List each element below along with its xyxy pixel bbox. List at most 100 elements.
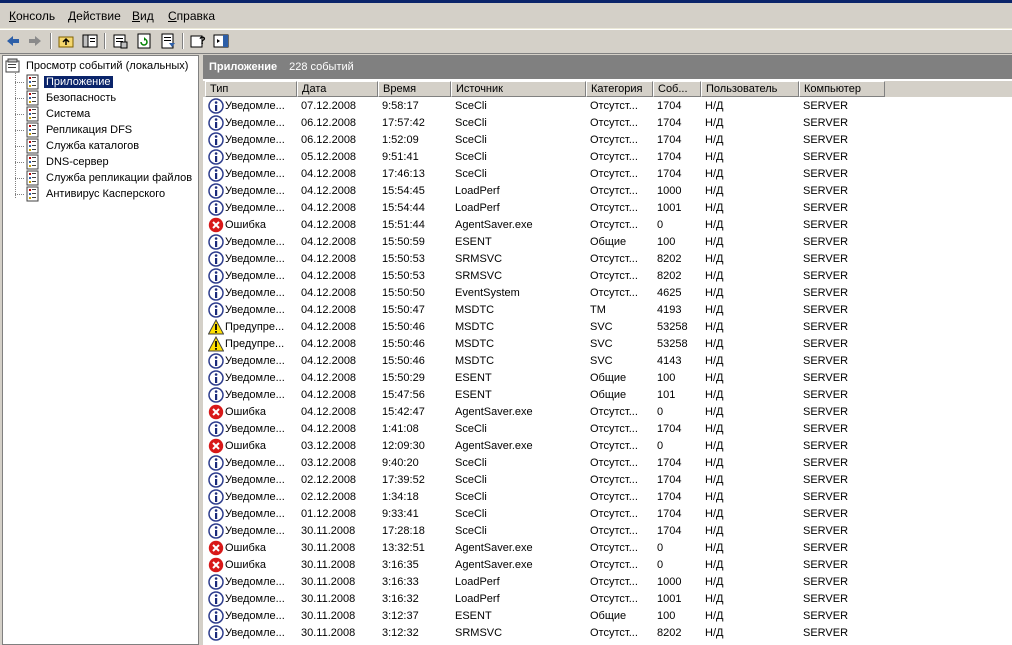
table-row[interactable]: Уведомле... 30.11.2008 3:12:37 ESENT Общие 10… <box>203 608 1012 625</box>
table-row[interactable]: Уведомле... 04.12.2008 15:50:29 ESENT Общие 1… <box>203 370 1012 387</box>
table-row[interactable]: Уведомле... 06.12.2008 17:57:42 SceCli Отсут… <box>203 115 1012 132</box>
show-hide-action-pane-icon[interactable] <box>212 32 230 50</box>
column-time[interactable]: Время <box>378 81 451 97</box>
table-row[interactable]: Уведомле... 04.12.2008 15:50:47 MSDTC TM 4193… <box>203 302 1012 319</box>
table-row[interactable]: Уведомле... 02.12.2008 17:39:52 SceCli Отсут… <box>203 472 1012 489</box>
cell-computer: SERVER <box>803 610 849 622</box>
help-icon[interactable]: ? <box>189 32 207 50</box>
tree-item-log[interactable]: Служба репликации файлов <box>25 170 194 186</box>
column-source[interactable]: Источник <box>451 81 586 97</box>
table-row[interactable]: Уведомле... 02.12.2008 1:34:18 SceCli Отсутс… <box>203 489 1012 506</box>
table-row[interactable]: Ошибка 04.12.2008 15:51:44 AgentSaver.exe От… <box>203 217 1012 234</box>
menu-console[interactable]: Консоль <box>9 9 55 23</box>
tree-item-log[interactable]: Репликация DFS <box>25 122 134 138</box>
cell-type: Уведомле... <box>225 253 285 265</box>
cell-type: Предупре... <box>225 338 285 350</box>
table-row[interactable]: Ошибка 30.11.2008 3:16:35 AgentSaver.exe Отс… <box>203 557 1012 574</box>
table-row[interactable]: Предупре... 04.12.2008 15:50:46 MSDTC SVC 532… <box>203 335 1012 353</box>
table-row[interactable]: Уведомле... 01.12.2008 9:33:41 SceCli Отсутс… <box>203 506 1012 523</box>
cell-category: SVC <box>590 355 613 367</box>
tree-item-log[interactable]: DNS-сервер <box>25 154 111 170</box>
event-viewer-icon <box>5 58 20 73</box>
column-type[interactable]: Тип <box>205 81 297 97</box>
refresh-icon[interactable] <box>135 32 153 50</box>
cell-event-id: 1704 <box>657 134 682 146</box>
cell-category: Отсутст... <box>590 406 638 418</box>
cell-user: Н/Д <box>705 627 724 639</box>
export-list-icon[interactable] <box>159 32 177 50</box>
table-row[interactable]: Ошибка 30.11.2008 13:32:51 AgentSaver.exe От… <box>203 540 1012 557</box>
cell-event-id: 8202 <box>657 627 682 639</box>
tree-item-log[interactable]: Приложение <box>25 74 113 90</box>
table-row[interactable]: Предупре... 04.12.2008 15:50:46 MSDTC SVC 532… <box>203 318 1012 336</box>
cell-computer: SERVER <box>803 287 849 299</box>
table-row[interactable]: Уведомле... 04.12.2008 15:50:46 MSDTC SVC 414… <box>203 353 1012 370</box>
tree-item-label: Служба каталогов <box>46 140 140 152</box>
table-row[interactable]: Уведомле... 03.12.2008 9:40:20 SceCli Отсутс… <box>203 455 1012 472</box>
table-row[interactable]: Уведомле... 30.11.2008 3:12:32 SRMSVC Отсутс… <box>203 625 1012 642</box>
table-row[interactable]: Уведомле... 07.12.2008 9:58:17 SceCli Отсутс… <box>203 98 1012 115</box>
column-category[interactable]: Категория <box>586 81 653 97</box>
tree-item-log[interactable]: Антивирус Касперского <box>25 186 167 202</box>
table-row[interactable]: Уведомле... 30.11.2008 17:28:18 SceCli Отсут… <box>203 523 1012 540</box>
show-tree-icon[interactable] <box>81 32 99 50</box>
table-row[interactable]: Уведомле... 04.12.2008 15:54:45 LoadPerf Отс… <box>203 183 1012 200</box>
information-icon <box>208 251 224 267</box>
cell-computer: SERVER <box>803 304 849 316</box>
cell-category: Отсутст... <box>590 474 638 486</box>
menu-action[interactable]: Действие <box>68 9 121 23</box>
column-date[interactable]: Дата <box>297 81 378 97</box>
cell-date: 06.12.2008 <box>301 134 357 146</box>
column-event[interactable]: Соб... <box>653 81 701 97</box>
cell-time: 1:34:18 <box>382 491 419 503</box>
cell-time: 15:50:29 <box>382 372 425 384</box>
up-folder-icon[interactable] <box>57 32 75 50</box>
cell-source: SRMSVC <box>455 270 503 282</box>
forward-icon[interactable] <box>26 32 44 50</box>
information-icon <box>208 574 224 590</box>
cell-source: MSDTC <box>455 321 495 333</box>
table-row[interactable]: Уведомле... 04.12.2008 17:46:13 SceCli Отсут… <box>203 166 1012 183</box>
cell-event-id: 1704 <box>657 117 682 129</box>
menu-view[interactable]: Вид <box>132 9 154 23</box>
table-row[interactable]: Уведомле... 04.12.2008 1:41:08 SceCli Отсутс… <box>203 421 1012 438</box>
column-user[interactable]: Пользователь <box>701 81 799 97</box>
table-row[interactable]: Уведомле... 04.12.2008 15:54:44 LoadPerf Отс… <box>203 200 1012 217</box>
information-icon <box>208 489 224 505</box>
menu-help[interactable]: Справка <box>168 9 215 23</box>
table-row[interactable]: Уведомле... 06.12.2008 1:52:09 SceCli Отсутс… <box>203 132 1012 149</box>
tree-item-log[interactable]: Безопасность <box>25 90 118 106</box>
cell-user: Н/Д <box>705 219 724 231</box>
table-row[interactable]: Уведомле... 04.12.2008 15:47:56 ESENT Общие 1… <box>203 387 1012 404</box>
table-row[interactable]: Уведомле... 30.11.2008 3:16:33 LoadPerf Отсу… <box>203 574 1012 591</box>
table-row[interactable]: Уведомле... 04.12.2008 15:50:53 SRMSVC Отсут… <box>203 251 1012 268</box>
back-icon[interactable] <box>4 32 22 50</box>
table-row[interactable]: Уведомле... 04.12.2008 15:50:50 EventSystem… <box>203 285 1012 302</box>
table-row[interactable]: Уведомле... 05.12.2008 9:51:41 SceCli Отсутс… <box>203 149 1012 166</box>
table-row[interactable]: Уведомле... 04.12.2008 15:50:59 ESENT Общие 1… <box>203 234 1012 251</box>
cell-user: Н/Д <box>705 321 724 333</box>
cell-computer: SERVER <box>803 117 849 129</box>
tree-root-event-viewer[interactable]: Просмотр событий (локальных) <box>5 58 190 74</box>
cell-date: 04.12.2008 <box>301 321 357 333</box>
cell-computer: SERVER <box>803 559 849 571</box>
tree-connector <box>15 162 24 163</box>
cell-type: Уведомле... <box>225 576 285 588</box>
table-row[interactable]: Уведомле... 04.12.2008 15:50:53 SRMSVC Отсут… <box>203 268 1012 285</box>
table-row[interactable]: Уведомле... 30.11.2008 3:16:32 LoadPerf Отсу… <box>203 591 1012 608</box>
cell-event-id: 1704 <box>657 457 682 469</box>
cell-category: Общие <box>590 610 627 622</box>
column-computer[interactable]: Компьютер <box>799 81 885 97</box>
cell-computer: SERVER <box>803 168 849 180</box>
table-row[interactable]: Ошибка 03.12.2008 12:09:30 AgentSaver.exe От… <box>203 438 1012 455</box>
tree-item-log[interactable]: Система <box>25 106 92 122</box>
tree-item-log[interactable]: Служба каталогов <box>25 138 141 154</box>
table-row[interactable]: Ошибка 04.12.2008 15:42:47 AgentSaver.exe От… <box>203 404 1012 421</box>
properties-icon[interactable] <box>111 32 129 50</box>
cell-event-id: 0 <box>657 406 664 418</box>
tree-connector <box>15 146 24 147</box>
cell-category: Отсутст... <box>590 117 638 129</box>
cell-event-id: 1704 <box>657 100 682 112</box>
cell-event-id: 0 <box>657 559 664 571</box>
information-icon <box>208 132 224 148</box>
